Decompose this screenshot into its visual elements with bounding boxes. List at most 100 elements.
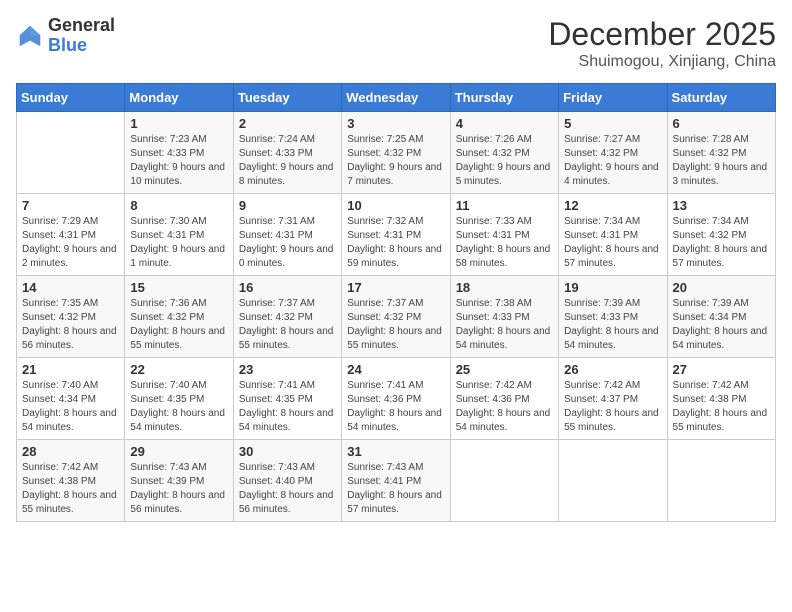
day-info: Sunrise: 7:35 AMSunset: 4:32 PMDaylight:… xyxy=(22,297,119,353)
day-info: Sunrise: 7:38 AMSunset: 4:33 PMDaylight:… xyxy=(456,297,553,353)
calendar-day-cell: 7 Sunrise: 7:29 AMSunset: 4:31 PMDayligh… xyxy=(17,194,125,276)
day-number: 6 xyxy=(673,116,770,131)
weekday-header: Wednesday xyxy=(342,84,450,112)
day-info: Sunrise: 7:43 AMSunset: 4:41 PMDaylight:… xyxy=(347,461,444,517)
day-number: 13 xyxy=(673,198,770,213)
day-info: Sunrise: 7:28 AMSunset: 4:32 PMDaylight:… xyxy=(673,133,770,189)
day-info: Sunrise: 7:41 AMSunset: 4:35 PMDaylight:… xyxy=(239,379,336,435)
calendar-day-cell xyxy=(450,440,558,522)
day-info: Sunrise: 7:43 AMSunset: 4:39 PMDaylight:… xyxy=(130,461,227,517)
day-info: Sunrise: 7:40 AMSunset: 4:34 PMDaylight:… xyxy=(22,379,119,435)
day-number: 11 xyxy=(456,198,553,213)
day-info: Sunrise: 7:31 AMSunset: 4:31 PMDaylight:… xyxy=(239,215,336,271)
day-info: Sunrise: 7:39 AMSunset: 4:33 PMDaylight:… xyxy=(564,297,661,353)
day-number: 21 xyxy=(22,362,119,377)
weekday-header: Saturday xyxy=(667,84,775,112)
day-info: Sunrise: 7:34 AMSunset: 4:31 PMDaylight:… xyxy=(564,215,661,271)
calendar-day-cell: 20 Sunrise: 7:39 AMSunset: 4:34 PMDaylig… xyxy=(667,276,775,358)
day-number: 8 xyxy=(130,198,227,213)
day-number: 24 xyxy=(347,362,444,377)
day-number: 12 xyxy=(564,198,661,213)
weekday-header-row: SundayMondayTuesdayWednesdayThursdayFrid… xyxy=(17,84,776,112)
day-number: 15 xyxy=(130,280,227,295)
day-number: 28 xyxy=(22,444,119,459)
logo-icon xyxy=(16,22,44,50)
day-number: 17 xyxy=(347,280,444,295)
day-number: 14 xyxy=(22,280,119,295)
title-block: December 2025 Shuimogou, Xinjiang, China xyxy=(548,16,776,71)
calendar-day-cell: 2 Sunrise: 7:24 AMSunset: 4:33 PMDayligh… xyxy=(233,112,341,194)
day-info: Sunrise: 7:24 AMSunset: 4:33 PMDaylight:… xyxy=(239,133,336,189)
day-info: Sunrise: 7:25 AMSunset: 4:32 PMDaylight:… xyxy=(347,133,444,189)
day-number: 9 xyxy=(239,198,336,213)
day-number: 2 xyxy=(239,116,336,131)
calendar-day-cell xyxy=(667,440,775,522)
day-number: 1 xyxy=(130,116,227,131)
calendar-week-row: 7 Sunrise: 7:29 AMSunset: 4:31 PMDayligh… xyxy=(17,194,776,276)
calendar-day-cell: 10 Sunrise: 7:32 AMSunset: 4:31 PMDaylig… xyxy=(342,194,450,276)
calendar-day-cell: 17 Sunrise: 7:37 AMSunset: 4:32 PMDaylig… xyxy=(342,276,450,358)
weekday-header: Thursday xyxy=(450,84,558,112)
day-info: Sunrise: 7:23 AMSunset: 4:33 PMDaylight:… xyxy=(130,133,227,189)
day-number: 19 xyxy=(564,280,661,295)
day-number: 23 xyxy=(239,362,336,377)
day-number: 10 xyxy=(347,198,444,213)
day-number: 20 xyxy=(673,280,770,295)
weekday-header: Monday xyxy=(125,84,233,112)
calendar-week-row: 14 Sunrise: 7:35 AMSunset: 4:32 PMDaylig… xyxy=(17,276,776,358)
calendar-day-cell: 11 Sunrise: 7:33 AMSunset: 4:31 PMDaylig… xyxy=(450,194,558,276)
day-info: Sunrise: 7:27 AMSunset: 4:32 PMDaylight:… xyxy=(564,133,661,189)
day-info: Sunrise: 7:36 AMSunset: 4:32 PMDaylight:… xyxy=(130,297,227,353)
calendar-week-row: 21 Sunrise: 7:40 AMSunset: 4:34 PMDaylig… xyxy=(17,358,776,440)
day-number: 4 xyxy=(456,116,553,131)
day-info: Sunrise: 7:32 AMSunset: 4:31 PMDaylight:… xyxy=(347,215,444,271)
calendar-day-cell: 8 Sunrise: 7:30 AMSunset: 4:31 PMDayligh… xyxy=(125,194,233,276)
day-number: 5 xyxy=(564,116,661,131)
calendar-day-cell: 16 Sunrise: 7:37 AMSunset: 4:32 PMDaylig… xyxy=(233,276,341,358)
day-info: Sunrise: 7:40 AMSunset: 4:35 PMDaylight:… xyxy=(130,379,227,435)
calendar-day-cell xyxy=(17,112,125,194)
calendar-week-row: 1 Sunrise: 7:23 AMSunset: 4:33 PMDayligh… xyxy=(17,112,776,194)
location-title: Shuimogou, Xinjiang, China xyxy=(548,53,776,71)
day-info: Sunrise: 7:42 AMSunset: 4:38 PMDaylight:… xyxy=(673,379,770,435)
day-number: 29 xyxy=(130,444,227,459)
calendar-day-cell: 5 Sunrise: 7:27 AMSunset: 4:32 PMDayligh… xyxy=(559,112,667,194)
logo-text: General Blue xyxy=(48,16,115,56)
weekday-header: Friday xyxy=(559,84,667,112)
calendar-day-cell: 28 Sunrise: 7:42 AMSunset: 4:38 PMDaylig… xyxy=(17,440,125,522)
day-info: Sunrise: 7:26 AMSunset: 4:32 PMDaylight:… xyxy=(456,133,553,189)
calendar-day-cell: 9 Sunrise: 7:31 AMSunset: 4:31 PMDayligh… xyxy=(233,194,341,276)
day-number: 31 xyxy=(347,444,444,459)
calendar-day-cell: 23 Sunrise: 7:41 AMSunset: 4:35 PMDaylig… xyxy=(233,358,341,440)
day-info: Sunrise: 7:37 AMSunset: 4:32 PMDaylight:… xyxy=(347,297,444,353)
day-info: Sunrise: 7:33 AMSunset: 4:31 PMDaylight:… xyxy=(456,215,553,271)
page-header: General Blue December 2025 Shuimogou, Xi… xyxy=(16,16,776,71)
day-number: 30 xyxy=(239,444,336,459)
calendar-day-cell: 14 Sunrise: 7:35 AMSunset: 4:32 PMDaylig… xyxy=(17,276,125,358)
calendar-day-cell: 13 Sunrise: 7:34 AMSunset: 4:32 PMDaylig… xyxy=(667,194,775,276)
day-info: Sunrise: 7:43 AMSunset: 4:40 PMDaylight:… xyxy=(239,461,336,517)
day-number: 16 xyxy=(239,280,336,295)
calendar-day-cell: 31 Sunrise: 7:43 AMSunset: 4:41 PMDaylig… xyxy=(342,440,450,522)
calendar-day-cell: 21 Sunrise: 7:40 AMSunset: 4:34 PMDaylig… xyxy=(17,358,125,440)
day-number: 3 xyxy=(347,116,444,131)
day-info: Sunrise: 7:34 AMSunset: 4:32 PMDaylight:… xyxy=(673,215,770,271)
month-title: December 2025 xyxy=(548,16,776,53)
calendar-day-cell: 1 Sunrise: 7:23 AMSunset: 4:33 PMDayligh… xyxy=(125,112,233,194)
calendar-day-cell: 29 Sunrise: 7:43 AMSunset: 4:39 PMDaylig… xyxy=(125,440,233,522)
calendar-table: SundayMondayTuesdayWednesdayThursdayFrid… xyxy=(16,83,776,522)
calendar-day-cell: 26 Sunrise: 7:42 AMSunset: 4:37 PMDaylig… xyxy=(559,358,667,440)
day-info: Sunrise: 7:29 AMSunset: 4:31 PMDaylight:… xyxy=(22,215,119,271)
day-number: 25 xyxy=(456,362,553,377)
day-info: Sunrise: 7:42 AMSunset: 4:36 PMDaylight:… xyxy=(456,379,553,435)
day-info: Sunrise: 7:41 AMSunset: 4:36 PMDaylight:… xyxy=(347,379,444,435)
day-info: Sunrise: 7:37 AMSunset: 4:32 PMDaylight:… xyxy=(239,297,336,353)
calendar-day-cell: 18 Sunrise: 7:38 AMSunset: 4:33 PMDaylig… xyxy=(450,276,558,358)
calendar-day-cell: 4 Sunrise: 7:26 AMSunset: 4:32 PMDayligh… xyxy=(450,112,558,194)
calendar-day-cell: 22 Sunrise: 7:40 AMSunset: 4:35 PMDaylig… xyxy=(125,358,233,440)
day-number: 18 xyxy=(456,280,553,295)
day-number: 22 xyxy=(130,362,227,377)
calendar-day-cell: 30 Sunrise: 7:43 AMSunset: 4:40 PMDaylig… xyxy=(233,440,341,522)
weekday-header: Sunday xyxy=(17,84,125,112)
day-info: Sunrise: 7:30 AMSunset: 4:31 PMDaylight:… xyxy=(130,215,227,271)
